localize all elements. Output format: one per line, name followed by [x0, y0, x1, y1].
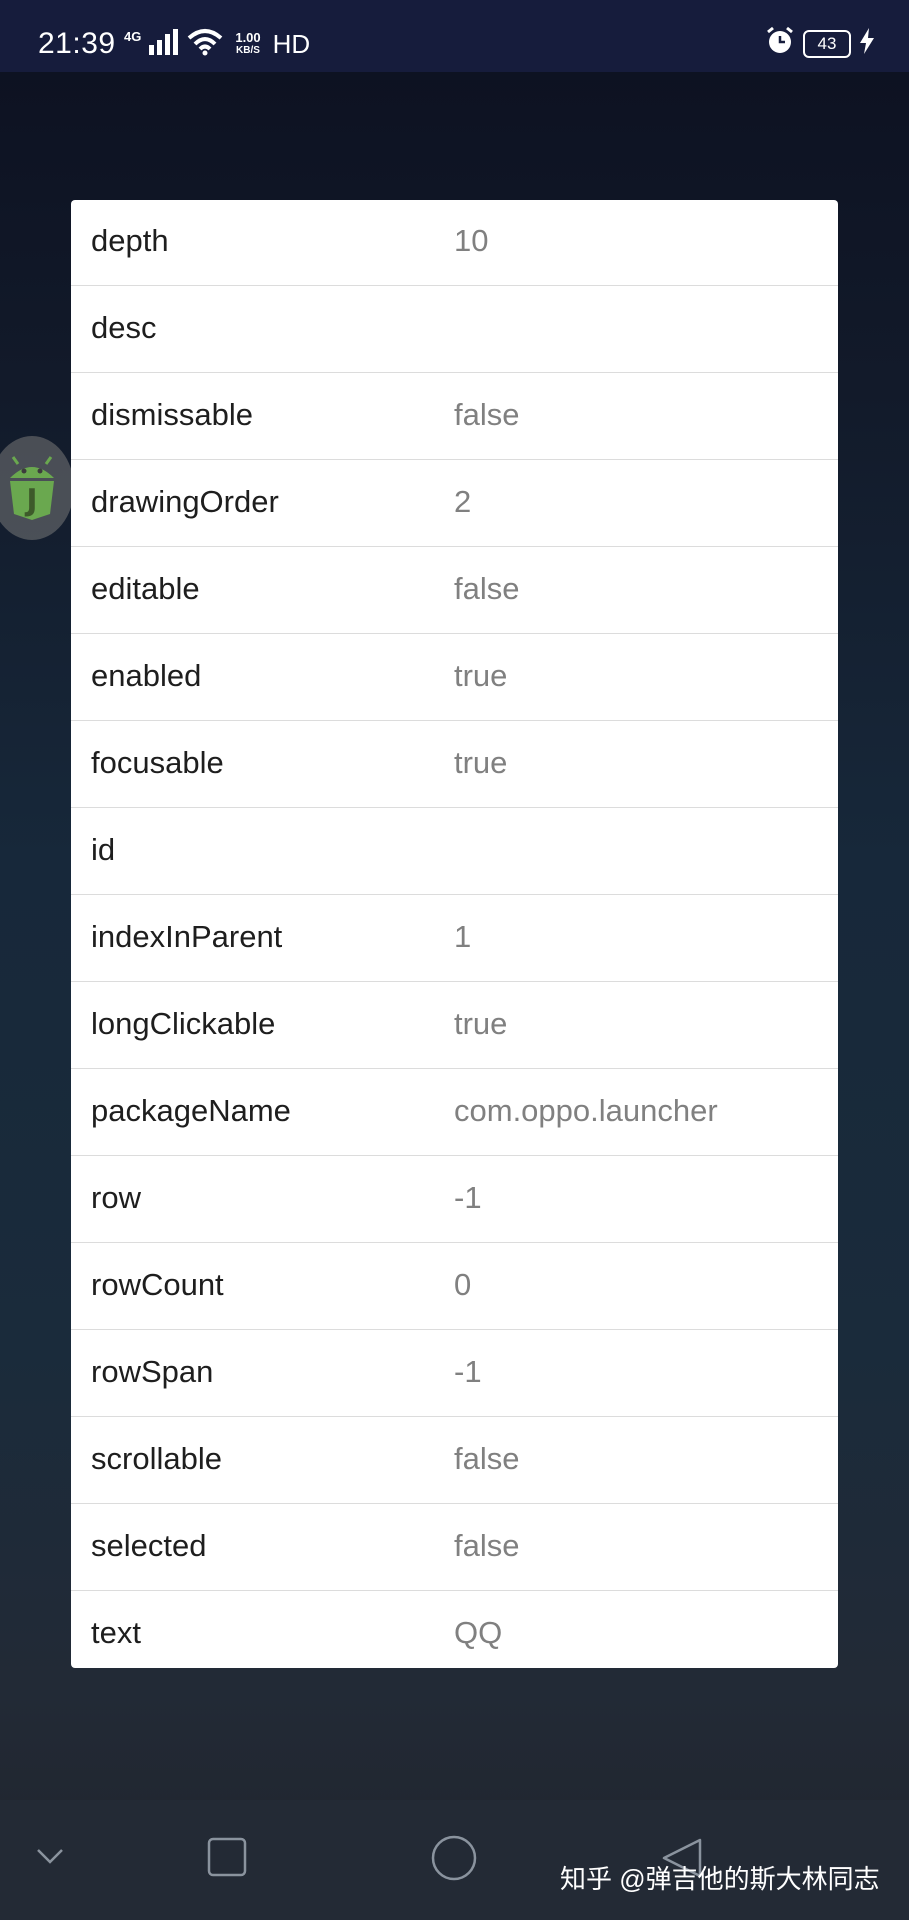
property-name: editable	[91, 571, 200, 606]
property-row[interactable]: packageName com.oppo.launcher	[71, 1070, 838, 1156]
property-value: -1	[454, 1354, 482, 1389]
property-value: true	[454, 1006, 508, 1041]
property-value: true	[454, 658, 508, 693]
signal-bars-icon	[149, 28, 179, 60]
property-row[interactable]: depth 10	[71, 200, 838, 286]
property-value: false	[454, 1528, 520, 1563]
property-value: com.oppo.launcher	[454, 1093, 718, 1128]
wifi-icon	[187, 28, 223, 61]
status-left-icons: 4G 1.00 KB/S HD	[124, 24, 310, 64]
property-row[interactable]: desc	[71, 287, 838, 373]
property-row[interactable]: row -1	[71, 1157, 838, 1243]
property-row[interactable]: enabled true	[71, 635, 838, 721]
property-name: depth	[91, 223, 169, 258]
network-speed: 1.00 KB/S	[235, 31, 260, 57]
property-row[interactable]: selected false	[71, 1505, 838, 1591]
lightning-bolt-icon	[859, 28, 875, 59]
property-value: QQ	[454, 1615, 503, 1650]
property-row[interactable]: rowCount 0	[71, 1244, 838, 1330]
property-name: packageName	[91, 1093, 291, 1128]
property-name: desc	[91, 310, 157, 345]
property-row[interactable]: dismissable false	[71, 374, 838, 460]
property-name: enabled	[91, 658, 202, 693]
speed-value: 1.00	[235, 30, 261, 45]
network-type-label: 4G	[124, 29, 142, 44]
property-value: false	[454, 571, 520, 606]
property-name: rowCount	[91, 1267, 224, 1302]
watermark-text: 知乎 @弹吉他的斯大林同志	[560, 1864, 880, 1894]
property-row[interactable]: longClickable true	[71, 983, 838, 1069]
property-row[interactable]: id	[71, 809, 838, 895]
property-name: longClickable	[91, 1006, 276, 1041]
property-value: false	[454, 1441, 520, 1476]
property-name: indexInParent	[91, 919, 283, 954]
property-row[interactable]: drawingOrder 2	[71, 461, 838, 547]
property-row[interactable]: scrollable false	[71, 1418, 838, 1504]
battery-indicator: 43	[803, 29, 851, 58]
property-name: drawingOrder	[91, 484, 279, 519]
chevron-down-icon[interactable]	[30, 1836, 70, 1881]
property-name: id	[91, 832, 116, 867]
property-name: text	[91, 1615, 141, 1650]
navigation-bar	[0, 1800, 909, 1920]
property-value: false	[454, 397, 520, 432]
status-time: 21:39	[38, 27, 116, 60]
node-properties-dialog: depth 10 desc dismissable false drawingOrder 2…	[71, 200, 838, 1668]
property-name: rowSpan	[91, 1354, 214, 1389]
property-value: true	[454, 745, 508, 780]
circle-icon[interactable]	[430, 1834, 478, 1887]
property-row[interactable]: text QQ	[71, 1592, 838, 1668]
property-name: scrollable	[91, 1441, 222, 1476]
property-value: 1	[454, 919, 472, 954]
svg-text:J: J	[24, 483, 37, 518]
property-value: 2	[454, 484, 472, 519]
property-name: selected	[91, 1528, 207, 1563]
property-name: row	[91, 1180, 141, 1215]
property-name: dismissable	[91, 397, 253, 432]
speed-unit: KB/S	[236, 45, 260, 56]
status-bar: 21:39 4G 1.00 KB/S HD 43	[0, 0, 909, 72]
property-name: focusable	[91, 745, 224, 780]
alarm-clock-icon	[765, 26, 795, 61]
property-row[interactable]: editable false	[71, 548, 838, 634]
property-value: 10	[454, 223, 489, 258]
property-row[interactable]: rowSpan -1	[71, 1331, 838, 1417]
property-value: 0	[454, 1267, 472, 1302]
property-row[interactable]: focusable true	[71, 722, 838, 808]
property-value: -1	[454, 1180, 482, 1215]
hd-label: HD	[272, 29, 311, 59]
status-right-icons: 43	[765, 26, 875, 61]
floating-launcher-button[interactable]: J	[0, 436, 74, 540]
property-row[interactable]: indexInParent 1	[71, 896, 838, 982]
square-icon[interactable]	[206, 1836, 250, 1885]
